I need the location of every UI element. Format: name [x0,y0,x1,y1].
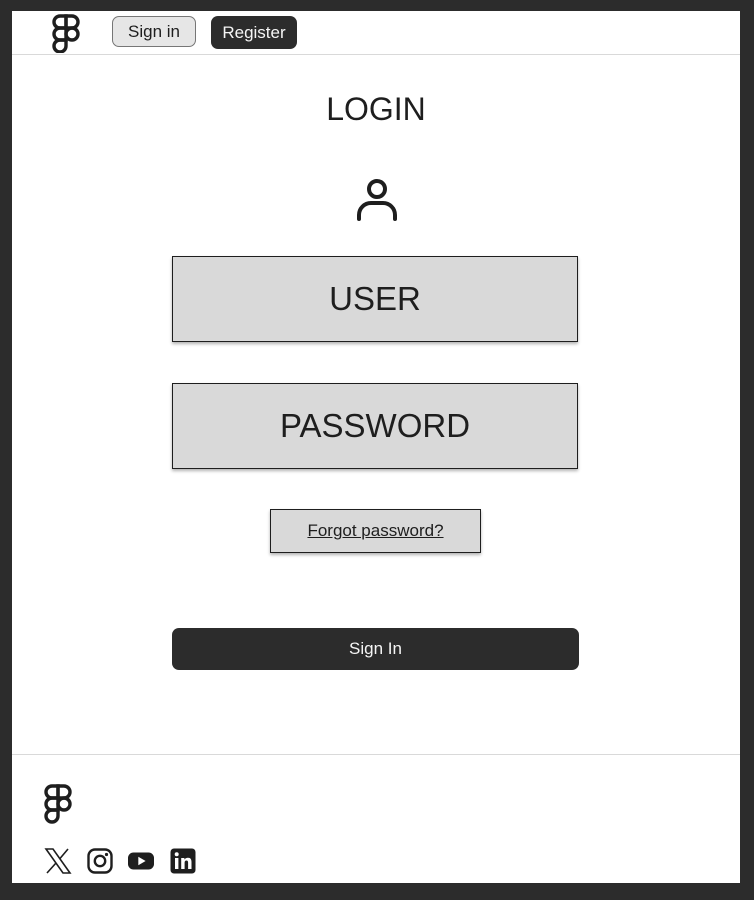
figma-logo-icon[interactable] [51,13,81,53]
page-frame: Sign in Register LOGIN USER PASSWORD For… [12,11,740,883]
linkedin-icon[interactable] [169,847,197,875]
footer-divider [12,754,740,755]
header: Sign in Register [12,11,740,55]
user-icon [357,179,397,221]
header-register-button[interactable]: Register [211,16,297,49]
user-field[interactable]: USER [172,256,578,342]
youtube-icon[interactable] [127,847,155,875]
x-icon[interactable] [44,847,72,875]
figma-logo-icon[interactable] [43,783,73,826]
sign-in-button[interactable]: Sign In [172,628,579,670]
header-sign-in-button[interactable]: Sign in [112,16,196,47]
instagram-icon[interactable] [86,847,114,875]
password-field[interactable]: PASSWORD [172,383,578,469]
forgot-password-link[interactable]: Forgot password? [270,509,481,553]
page-title: LOGIN [326,91,426,127]
